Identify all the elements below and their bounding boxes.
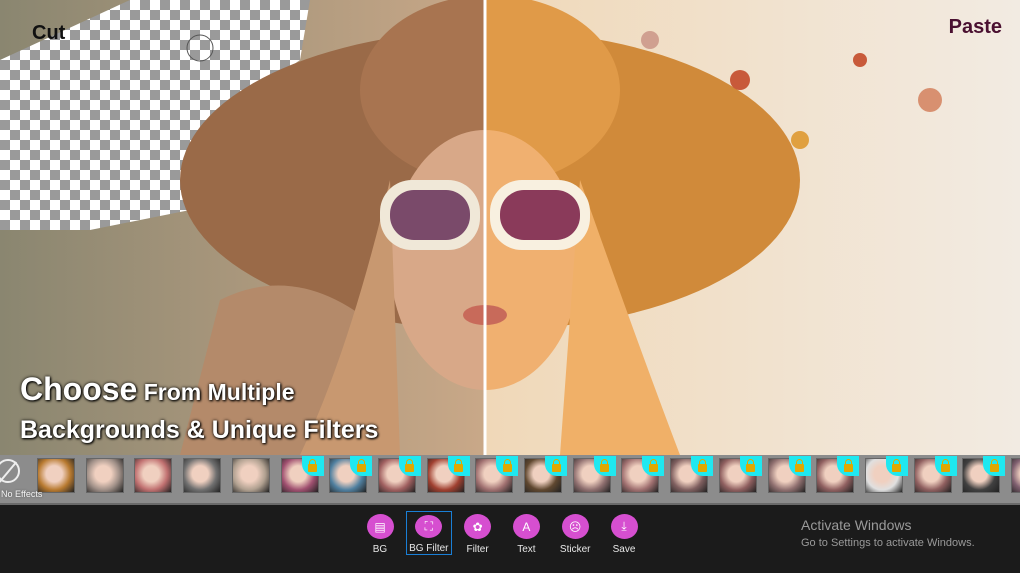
activate-windows-watermark: Activate Windows Go to Settings to activ… <box>801 517 975 549</box>
toolbar-button-sticker[interactable]: ☹ Sticker <box>552 511 598 555</box>
filter-thumbnail[interactable] <box>816 456 860 493</box>
watermark-subtitle: Go to Settings to activate Windows. <box>801 537 975 549</box>
filter-thumbnail[interactable] <box>280 456 324 493</box>
filter-thumbnail[interactable] <box>572 456 616 493</box>
filter-thumbnail[interactable] <box>913 456 957 493</box>
lock-icon <box>496 456 519 476</box>
filter-thumbnail[interactable] <box>524 456 567 493</box>
toolbar-button-bg-filter[interactable]: ⛶ BG Filter <box>405 511 452 555</box>
headline-rest: From Multiple <box>137 379 295 405</box>
toolbar-button-save[interactable]: ⤓ Save <box>601 511 647 555</box>
headline-big: Choose <box>20 371 138 407</box>
toolbar-label: Sticker <box>559 544 591 555</box>
lock-icon <box>788 456 811 476</box>
cut-label: Cut <box>32 22 66 44</box>
filter-thumbnail[interactable] <box>377 456 421 493</box>
lock-icon <box>837 456 860 476</box>
lock-icon <box>350 456 373 476</box>
photo-canvas[interactable]: Cut Paste Choose From Multiple Backgroun… <box>0 0 1020 455</box>
lock-icon <box>642 456 665 476</box>
text-icon: A <box>512 514 540 539</box>
filter-thumbnail[interactable] <box>183 458 222 493</box>
lock-icon <box>593 456 616 476</box>
toolbar-label: Text <box>517 544 536 555</box>
filter-thumbnail[interactable] <box>621 456 665 493</box>
filter-thumbnail[interactable] <box>962 456 1006 493</box>
bg-filter-icon: ⛶ <box>415 515 443 538</box>
lock-icon <box>934 456 957 476</box>
paste-label: Paste <box>948 16 1002 38</box>
filter-thumbnail[interactable] <box>85 458 124 493</box>
headline-line2: Backgrounds & Unique Filters <box>20 416 379 444</box>
download-icon: ⤓ <box>610 514 638 539</box>
filter-thumbnail[interactable] <box>329 456 373 493</box>
no-effects-label: No Effects <box>1 489 43 499</box>
watermark-title: Activate Windows <box>801 517 912 533</box>
filter-strip[interactable]: No Effects <box>0 455 1020 505</box>
lock-icon <box>691 456 714 476</box>
toolbar-label: BG Filter <box>409 543 449 554</box>
toolbar-button-filter[interactable]: ✿ Filter <box>455 511 501 555</box>
toolbar-label: Filter <box>466 544 489 555</box>
lock-icon <box>447 456 470 476</box>
layers-icon: ▤ <box>366 514 394 539</box>
lock-icon <box>739 456 762 476</box>
toolbar-label: Save <box>612 544 636 555</box>
lock-icon <box>301 456 324 476</box>
filter-thumbnail[interactable] <box>718 456 762 493</box>
filter-icon: ✿ <box>464 514 492 539</box>
filter-thumbnail[interactable] <box>231 458 270 493</box>
toolbar-button-text[interactable]: A Text <box>503 511 549 555</box>
filter-thumbnail[interactable] <box>864 456 908 493</box>
filter-thumbnail[interactable] <box>475 456 519 493</box>
filter-thumbnail[interactable] <box>767 456 811 493</box>
lock-icon <box>398 456 421 476</box>
lock-icon <box>545 456 567 476</box>
promo-headline: Choose From Multiple Backgrounds & Uniqu… <box>20 372 378 447</box>
filter-thumbnail[interactable] <box>1011 458 1020 493</box>
filter-thumbnail[interactable] <box>670 456 714 493</box>
lock-icon <box>885 456 908 476</box>
toolbar-label: BG <box>372 544 388 555</box>
filter-thumbnail[interactable] <box>134 458 173 493</box>
no-effects-icon <box>0 459 20 483</box>
filter-thumbnail[interactable] <box>37 458 75 493</box>
filter-thumbnail[interactable] <box>426 456 470 493</box>
lock-icon <box>983 456 1006 476</box>
sticker-icon: ☹ <box>561 514 589 539</box>
toolbar-button-bg[interactable]: ▤ BG <box>357 511 403 555</box>
